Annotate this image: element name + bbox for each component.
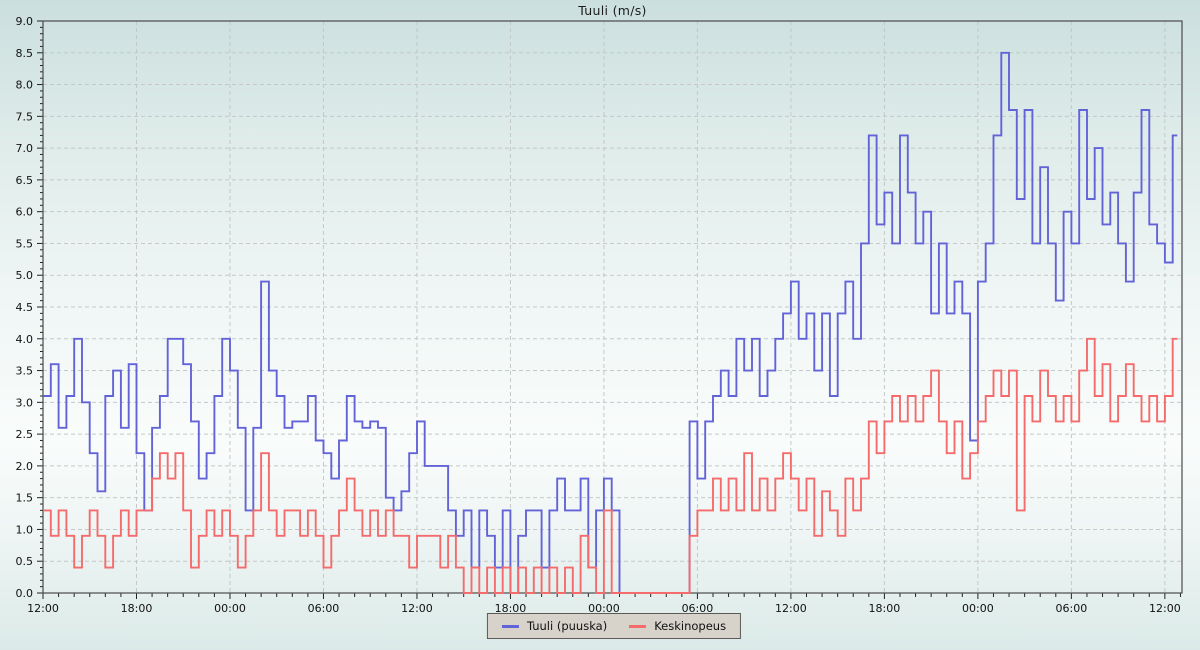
svg-text:1.0: 1.0 [16, 523, 34, 536]
svg-text:3.0: 3.0 [16, 396, 34, 409]
svg-text:12:00: 12:00 [1149, 602, 1181, 615]
legend: Tuuli (puuska) Keskinopeus [487, 613, 741, 639]
legend-label-gust: Tuuli (puuska) [527, 619, 607, 633]
svg-text:2.0: 2.0 [16, 460, 34, 473]
svg-text:6.0: 6.0 [16, 206, 34, 219]
svg-text:12:00: 12:00 [27, 602, 59, 615]
svg-text:06:00: 06:00 [1056, 602, 1088, 615]
svg-text:8.0: 8.0 [16, 79, 34, 92]
legend-item-gust: Tuuli (puuska) [502, 619, 607, 633]
svg-text:00:00: 00:00 [962, 602, 994, 615]
svg-text:7.0: 7.0 [16, 142, 34, 155]
svg-text:9.0: 9.0 [16, 15, 34, 28]
series-line-gust [43, 53, 1177, 593]
svg-text:5.5: 5.5 [16, 237, 34, 250]
svg-text:18:00: 18:00 [121, 602, 153, 615]
svg-text:8.5: 8.5 [16, 47, 34, 60]
svg-text:0.0: 0.0 [16, 587, 34, 600]
average-line-swatch-icon [629, 625, 646, 628]
svg-text:18:00: 18:00 [869, 602, 901, 615]
svg-text:3.5: 3.5 [16, 365, 34, 378]
y-axis-tick-labels: 0.0 0.5 1.0 1.5 2.0 2.5 3.0 3.5 4.0 4.5 5.0 5.5 6.0 6… [16, 15, 34, 600]
svg-text:2.5: 2.5 [16, 428, 34, 441]
svg-text:12:00: 12:00 [775, 602, 807, 615]
svg-text:00:00: 00:00 [214, 602, 246, 615]
svg-text:06:00: 06:00 [308, 602, 340, 615]
svg-text:12:00: 12:00 [401, 602, 433, 615]
svg-text:0.5: 0.5 [16, 555, 34, 568]
gust-line-swatch-icon [502, 625, 519, 628]
plot-area: 0.0 0.5 1.0 1.5 2.0 2.5 3.0 3.5 4.0 4.5 5.0 5.5 6.0 6… [0, 0, 1200, 650]
svg-text:7.5: 7.5 [16, 110, 34, 123]
svg-text:4.0: 4.0 [16, 333, 34, 346]
svg-text:6.5: 6.5 [16, 174, 34, 187]
svg-text:5.0: 5.0 [16, 269, 34, 282]
legend-item-average: Keskinopeus [629, 619, 726, 633]
legend-label-average: Keskinopeus [654, 619, 726, 633]
svg-text:1.5: 1.5 [16, 492, 34, 505]
svg-text:4.5: 4.5 [16, 301, 34, 314]
